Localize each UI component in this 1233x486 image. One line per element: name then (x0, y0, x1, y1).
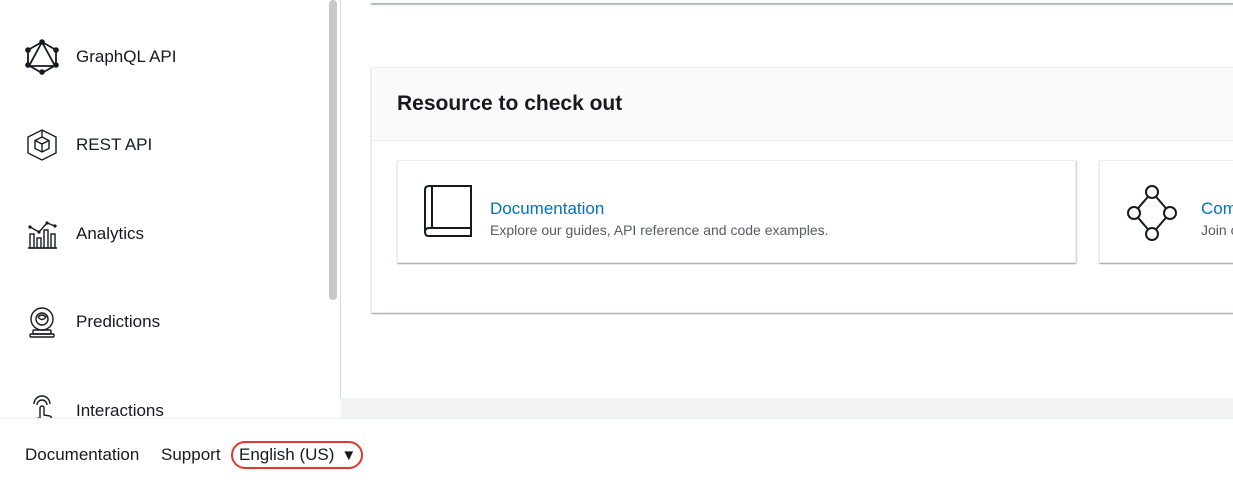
documentation-card-description: Explore our guides, API reference and co… (490, 222, 829, 238)
sidebar-item-label: Interactions (76, 401, 164, 418)
sidebar-item-rest-api[interactable]: REST API (24, 125, 152, 165)
resource-panel-title: Resource to check out (397, 92, 623, 115)
community-card-title[interactable]: Com (1201, 199, 1233, 219)
sidebar: GraphQL API REST API Analytics Predictio… (0, 0, 326, 418)
sidebar-scrollbar[interactable] (326, 0, 340, 398)
documentation-card-title[interactable]: Documentation (490, 199, 604, 219)
community-nodes-icon (1124, 183, 1177, 243)
main-content: Resource to check out Documentation Expl… (341, 0, 1233, 398)
sidebar-item-predictions[interactable]: Predictions (24, 302, 160, 342)
amplify-console-page: GraphQL API REST API Analytics Predictio… (0, 0, 1233, 486)
sidebar-item-label: REST API (76, 135, 153, 154)
community-card[interactable]: Com Join c (1099, 160, 1233, 263)
cube-icon (24, 127, 60, 163)
analytics-chart-icon (24, 216, 60, 252)
resource-panel: Resource to check out Documentation Expl… (371, 67, 1233, 313)
footer-documentation-link[interactable]: Documentation (25, 445, 139, 465)
sidebar-item-interactions[interactable]: Interactions (24, 391, 164, 418)
crystal-ball-icon (24, 304, 60, 340)
caret-down-icon: ▼ (341, 446, 357, 464)
sidebar-item-label: Analytics (76, 224, 145, 243)
language-selector[interactable]: English (US) ▼ (231, 441, 364, 469)
touch-hand-icon (24, 393, 60, 418)
community-card-description: Join c (1201, 222, 1233, 238)
resource-panel-header: Resource to check out (372, 68, 1233, 141)
footer-support-link[interactable]: Support (161, 445, 221, 465)
content-bottom-strip (341, 398, 1233, 418)
graphql-icon (24, 39, 60, 75)
sidebar-scrollbar-thumb[interactable] (329, 0, 337, 300)
previous-card-bottom-edge (371, 0, 1233, 4)
sidebar-item-label: Predictions (76, 312, 161, 331)
sidebar-item-label: GraphQL API (76, 47, 177, 66)
book-icon (422, 183, 474, 243)
sidebar-item-analytics[interactable]: Analytics (24, 214, 144, 254)
footer: Documentation Support English (US) ▼ (0, 418, 1233, 486)
documentation-card[interactable]: Documentation Explore our guides, API re… (397, 160, 1076, 263)
sidebar-item-graphql-api[interactable]: GraphQL API (24, 37, 176, 77)
language-selector-value: English (US) (239, 445, 335, 464)
